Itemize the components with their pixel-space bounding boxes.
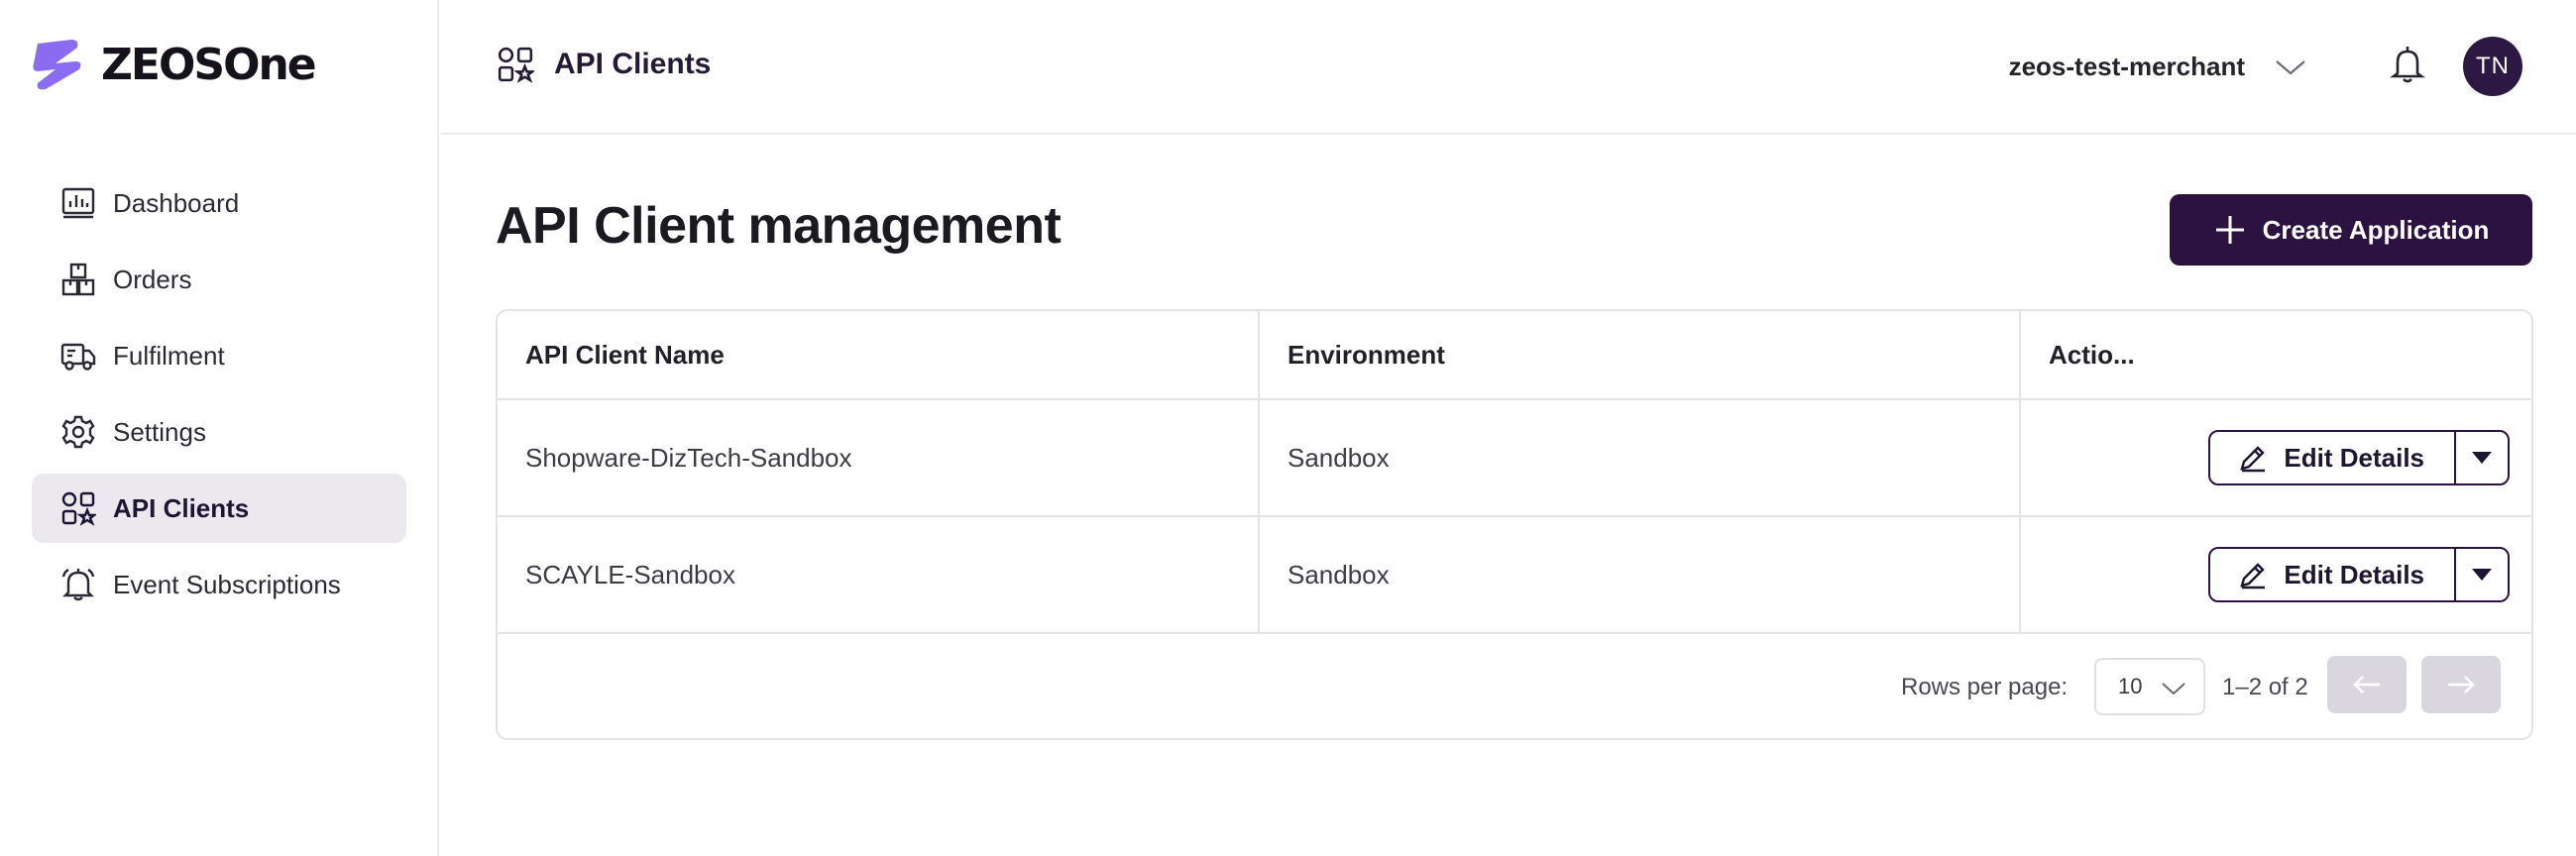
dashboard-icon xyxy=(59,184,97,222)
api-clients-icon xyxy=(59,489,97,527)
column-header-label: API Client Name xyxy=(525,339,725,370)
table-header-row: API Client Name Environment Actio... xyxy=(498,311,2531,400)
sidebar-item-label: API Clients xyxy=(113,492,250,523)
previous-page-button[interactable] xyxy=(2327,656,2407,713)
column-header-name[interactable]: API Client Name xyxy=(498,311,1260,398)
actions-cell: Edit Details xyxy=(2021,400,2531,515)
environment-cell: Sandbox xyxy=(1260,517,2021,632)
chevron-down-icon xyxy=(2162,683,2185,696)
edit-details-split-button: Edit Details xyxy=(2208,430,2510,485)
user-avatar[interactable]: TN xyxy=(2463,37,2522,96)
actions-dropdown-toggle[interactable] xyxy=(2456,549,2508,600)
arrow-right-icon xyxy=(2448,676,2475,694)
sidebar-item-fulfilment[interactable]: Fulfilment xyxy=(32,321,406,390)
arrow-left-icon xyxy=(2353,676,2380,694)
rows-per-page-select[interactable]: 10 xyxy=(2094,658,2205,715)
column-header-environment[interactable]: Environment xyxy=(1260,311,2021,398)
table-pagination: Rows per page: 10 1–2 of 2 xyxy=(498,634,2531,738)
bell-icon xyxy=(59,566,97,603)
sidebar-item-label: Dashboard xyxy=(113,187,240,218)
client-name: Shopware-DizTech-Sandbox xyxy=(525,442,852,473)
merchant-name: zeos-test-merchant xyxy=(2008,52,2245,81)
sidebar-item-label: Fulfilment xyxy=(113,340,225,371)
caret-down-icon xyxy=(2472,452,2492,464)
environment-cell: Sandbox xyxy=(1260,400,2021,515)
sidebar: ZEOSOne Dashboard Orders Fulfilment Sett… xyxy=(0,0,439,856)
create-application-button[interactable]: Create Application xyxy=(2170,194,2532,266)
column-header-label: Actio... xyxy=(2049,339,2135,370)
top-header: API Clients zeos-test-merchant TN xyxy=(441,0,2576,135)
brand-name-sub: One xyxy=(223,39,317,90)
edit-details-split-button: Edit Details xyxy=(2208,547,2510,602)
api-clients-table: API Client Name Environment Actio... Sho… xyxy=(496,309,2533,740)
notifications-bell-icon[interactable] xyxy=(2388,44,2427,85)
page-title: API Client management xyxy=(496,197,1062,255)
sidebar-item-label: Settings xyxy=(113,416,206,447)
column-header-actions[interactable]: Actio... xyxy=(2021,311,2531,398)
edit-details-label: Edit Details xyxy=(2284,442,2424,473)
sidebar-nav: Dashboard Orders Fulfilment Settings API… xyxy=(32,168,406,626)
edit-details-button[interactable]: Edit Details xyxy=(2210,432,2456,483)
client-name: SCAYLE-Sandbox xyxy=(525,559,735,589)
brand-name: ZEOS xyxy=(101,39,225,90)
table-row: Shopware-DizTech-Sandbox Sandbox Edit De… xyxy=(498,400,2531,517)
truck-icon xyxy=(59,337,97,374)
gear-icon xyxy=(59,413,97,451)
sidebar-item-event-subscriptions[interactable]: Event Subscriptions xyxy=(32,550,406,619)
column-header-label: Environment xyxy=(1288,339,1445,370)
header-title: API Clients xyxy=(554,48,712,80)
sidebar-item-label: Event Subscriptions xyxy=(113,569,341,599)
sidebar-item-api-clients[interactable]: API Clients xyxy=(32,474,406,543)
chevron-down-icon xyxy=(2276,59,2305,74)
brand-logo[interactable]: ZEOSOne xyxy=(32,38,317,91)
environment-value: Sandbox xyxy=(1288,442,1390,473)
plus-icon xyxy=(2215,216,2244,244)
sidebar-item-orders[interactable]: Orders xyxy=(32,245,406,314)
rows-per-page-label: Rows per page: xyxy=(1901,674,2069,700)
next-page-button[interactable] xyxy=(2421,656,2501,713)
edit-details-button[interactable]: Edit Details xyxy=(2210,549,2456,600)
boxes-icon xyxy=(59,261,97,298)
sidebar-item-dashboard[interactable]: Dashboard xyxy=(32,168,406,238)
page-breadcrumb: API Clients xyxy=(497,46,711,83)
pencil-icon xyxy=(2240,446,2266,473)
client-name-cell: Shopware-DizTech-Sandbox xyxy=(498,400,1260,515)
create-application-label: Create Application xyxy=(2262,214,2490,245)
pencil-icon xyxy=(2240,563,2266,589)
table-row: SCAYLE-Sandbox Sandbox Edit Details xyxy=(498,517,2531,634)
merchant-selector[interactable]: zeos-test-merchant xyxy=(2009,52,2308,82)
rows-per-page-value: 10 xyxy=(2118,674,2143,698)
api-clients-icon xyxy=(498,47,534,83)
pagination-range: 1–2 of 2 xyxy=(2222,674,2308,700)
environment-value: Sandbox xyxy=(1288,559,1390,589)
edit-details-label: Edit Details xyxy=(2284,559,2424,589)
actions-dropdown-toggle[interactable] xyxy=(2456,432,2508,483)
sidebar-item-label: Orders xyxy=(113,264,192,294)
actions-cell: Edit Details xyxy=(2021,517,2531,632)
sidebar-item-settings[interactable]: Settings xyxy=(32,397,406,467)
client-name-cell: SCAYLE-Sandbox xyxy=(498,517,1260,632)
caret-down-icon xyxy=(2472,569,2492,581)
zeos-logo-icon xyxy=(33,40,81,90)
